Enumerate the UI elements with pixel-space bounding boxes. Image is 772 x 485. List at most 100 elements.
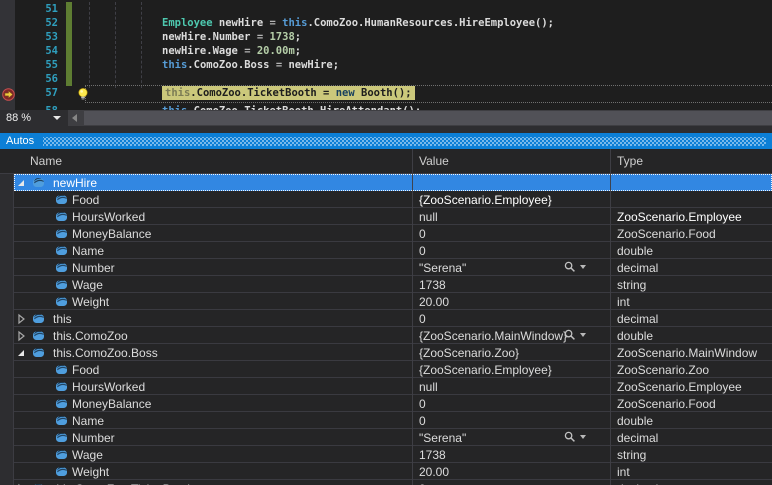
- variable-type: ZooScenario.Employee: [617, 380, 742, 394]
- variable-name-cell[interactable]: Food: [0, 191, 412, 208]
- variable-value-cell[interactable]: "Serena": [413, 259, 610, 276]
- variable-name-cell[interactable]: this.ComoZoo.Boss: [0, 344, 412, 361]
- collapse-arrow-icon[interactable]: [15, 177, 27, 189]
- field-icon: [32, 346, 45, 359]
- variable-type-cell: ZooScenario.Employee: [611, 378, 772, 395]
- column-resize-handle[interactable]: [610, 149, 611, 173]
- scroll-left-arrow-icon[interactable]: [72, 114, 77, 122]
- field-icon: [55, 295, 68, 308]
- magnifier-visualizer-button[interactable]: [564, 329, 586, 341]
- variable-name: HoursWorked: [72, 380, 145, 394]
- variable-type-cell: double: [611, 327, 772, 344]
- variable-name-cell[interactable]: Wage: [0, 276, 412, 293]
- variable-value-cell[interactable]: {ZooScenario.Employee}: [413, 361, 610, 378]
- variable-value: 0: [419, 482, 426, 485]
- vs-debug-window: 5152535455565758 Employee newHire = this…: [0, 0, 772, 485]
- code-line[interactable]: this.ComoZoo.Boss = newHire;: [162, 58, 339, 72]
- variable-name: Weight: [72, 465, 109, 479]
- field-icon: [55, 227, 68, 240]
- magnifier-visualizer-button[interactable]: [564, 431, 586, 443]
- variable-name-cell[interactable]: MoneyBalance: [0, 225, 412, 242]
- variable-type: decimal: [617, 482, 658, 485]
- chevron-down-icon[interactable]: [580, 265, 586, 269]
- variable-value-cell[interactable]: {ZooScenario.Zoo}: [413, 344, 610, 361]
- autos-tool-window: Autos Name Value Type newHire{ZooScenari…: [0, 133, 772, 485]
- variable-value-cell[interactable]: 1738: [413, 276, 610, 293]
- variable-value-cell[interactable]: 0: [413, 310, 610, 327]
- variable-name-cell[interactable]: HoursWorked: [0, 378, 412, 395]
- code-line[interactable]: Employee newHire = this.ComoZoo.HumanRes…: [162, 16, 554, 30]
- column-header-name[interactable]: Name: [30, 149, 62, 174]
- variable-name: this: [53, 312, 72, 326]
- variable-value-cell[interactable]: 0: [413, 225, 610, 242]
- zoom-level-value: 88 %: [6, 112, 31, 124]
- variable-name-cell[interactable]: this.ComoZoo.TicketBooth: [0, 480, 412, 485]
- variable-value-cell[interactable]: 0: [413, 395, 610, 412]
- column-header-type[interactable]: Type: [617, 149, 643, 174]
- variable-value-cell[interactable]: 20.00: [413, 293, 610, 310]
- breakpoint-current-statement-icon[interactable]: [2, 88, 15, 101]
- variable-type-cell: int: [611, 293, 772, 310]
- code-line[interactable]: newHire.Number = 1738;: [162, 30, 301, 44]
- code-editor[interactable]: 5152535455565758 Employee newHire = this…: [0, 0, 772, 110]
- magnifier-icon: [564, 329, 576, 341]
- horizontal-scrollbar[interactable]: [68, 110, 772, 126]
- variable-type-cell: int: [611, 463, 772, 480]
- variable-type: ZooScenario.Food: [617, 397, 716, 411]
- collapse-arrow-icon[interactable]: [15, 347, 27, 359]
- variable-name: Name: [72, 414, 104, 428]
- variable-value-cell[interactable]: 0: [413, 480, 610, 485]
- variable-name-cell[interactable]: Number: [0, 259, 412, 276]
- variable-name-cell[interactable]: MoneyBalance: [0, 395, 412, 412]
- autos-row[interactable]: FoodnullZooScenario.Food: [0, 191, 772, 208]
- code-line[interactable]: newHire.Wage = 20.00m;: [162, 44, 301, 58]
- variable-type: ZooScenario.Employee: [617, 210, 742, 224]
- variable-name-cell[interactable]: this.ComoZoo: [0, 327, 412, 344]
- field-icon: [55, 448, 68, 461]
- variable-value-cell[interactable]: {ZooScenario.Employee}: [413, 191, 610, 208]
- magnifier-visualizer-button[interactable]: [564, 261, 586, 273]
- lightbulb-suggestion-icon[interactable]: [76, 87, 90, 101]
- autos-row[interactable]: newHire{ZooScenario.Employee}ZooScenario…: [0, 174, 772, 191]
- variable-name-cell[interactable]: newHire: [0, 174, 412, 191]
- variable-type: decimal: [617, 431, 658, 445]
- variable-value-cell[interactable]: null: [413, 208, 610, 225]
- field-icon: [55, 261, 68, 274]
- variable-value-cell[interactable]: 20.00: [413, 463, 610, 480]
- variable-value-cell[interactable]: 0: [413, 412, 610, 429]
- variable-name-cell[interactable]: Food: [0, 361, 412, 378]
- variable-value-cell[interactable]: null: [413, 378, 610, 395]
- variable-name-cell[interactable]: Wage: [0, 446, 412, 463]
- variable-name-cell[interactable]: Weight: [0, 463, 412, 480]
- variable-value-cell[interactable]: 0: [413, 242, 610, 259]
- variable-value: 0: [419, 244, 426, 258]
- field-icon: [32, 329, 45, 342]
- variable-name-cell[interactable]: HoursWorked: [0, 208, 412, 225]
- code-line[interactable]: this.ComoZoo.TicketBooth = new Booth();: [162, 86, 415, 100]
- variable-type-cell: double: [611, 412, 772, 429]
- field-icon: [55, 431, 68, 444]
- variable-name-cell[interactable]: Number: [0, 429, 412, 446]
- variable-value-cell[interactable]: {ZooScenario.MainWindow}: [413, 327, 610, 344]
- variable-name-cell[interactable]: Weight: [0, 293, 412, 310]
- autos-title-bar[interactable]: Autos: [0, 133, 772, 149]
- variable-name: Food: [72, 193, 99, 207]
- zoom-level-dropdown[interactable]: 88 %: [0, 110, 68, 126]
- scrollbar-thumb[interactable]: [84, 111, 772, 125]
- variable-name-cell[interactable]: this: [0, 310, 412, 327]
- variable-type: double: [617, 414, 653, 428]
- expand-arrow-icon[interactable]: [15, 313, 27, 325]
- variable-name-cell[interactable]: Name: [0, 412, 412, 429]
- variable-value: {ZooScenario.Employee}: [419, 363, 552, 377]
- panel-divider: [0, 126, 772, 133]
- variable-type: decimal: [617, 261, 658, 275]
- variable-value-cell[interactable]: 1738: [413, 446, 610, 463]
- column-resize-handle[interactable]: [412, 149, 413, 173]
- variable-value-cell[interactable]: "Serena": [413, 429, 610, 446]
- expand-arrow-icon[interactable]: [15, 330, 27, 342]
- variable-type-cell: ZooScenario.Food: [611, 225, 772, 242]
- column-header-value[interactable]: Value: [419, 149, 449, 174]
- variable-name-cell[interactable]: Name: [0, 242, 412, 259]
- chevron-down-icon[interactable]: [580, 333, 586, 337]
- chevron-down-icon[interactable]: [580, 435, 586, 439]
